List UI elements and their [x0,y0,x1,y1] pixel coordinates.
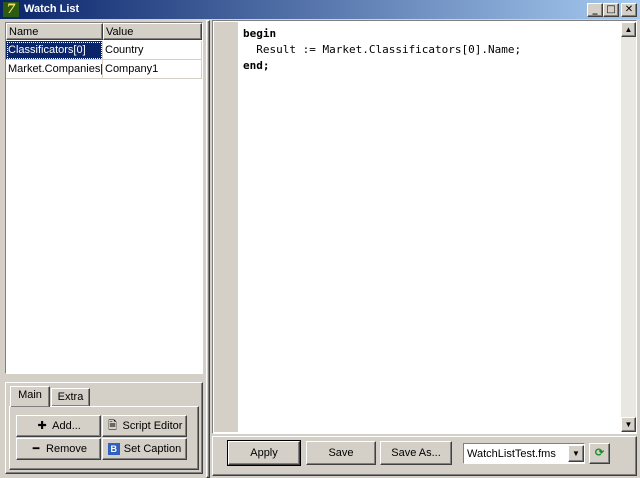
chevron-down-icon[interactable]: ▼ [568,445,584,462]
script-editor-button[interactable]: 🗎 Script Editor [102,415,187,437]
add-button[interactable]: ✚ Add... [16,415,101,437]
tab-extra[interactable]: Extra [51,388,90,407]
editor-gutter [214,22,238,432]
code-line: begin [243,27,277,40]
document-icon: 🗎 [108,420,117,432]
set-caption-button-label: Set Caption [123,443,182,455]
add-button-label: Add... [52,420,81,432]
code-line: Result := Market.Classificators[0].Name; [243,43,522,56]
app-icon: 7 [3,2,19,17]
bold-b-icon: B [107,443,120,455]
remove-button-label: Remove [46,443,87,455]
window-title: Watch List [24,3,80,15]
code-line: end; [243,59,270,72]
splitter[interactable] [206,20,210,478]
set-caption-button[interactable]: B Set Caption [102,438,187,460]
apply-button[interactable]: Apply [227,440,301,466]
minimize-icon[interactable]: _ [587,3,603,17]
save-button[interactable]: Save [306,441,376,465]
refresh-icon[interactable]: ⟳ [589,443,610,464]
column-header-name[interactable]: Name [6,23,103,40]
row-name-cell[interactable]: Classificators[0] [6,41,103,60]
file-select[interactable]: WatchListTest.fms ▼ [463,443,585,464]
code-editor[interactable]: begin Result := Market.Classificators[0]… [212,20,637,434]
watch-list-grid[interactable]: Name Value Classificators[0] Country Mar… [5,22,203,374]
maximize-icon[interactable]: □ [603,3,619,17]
row-value-cell[interactable]: Country [103,41,202,60]
tab-main[interactable]: Main [10,386,50,407]
remove-button[interactable]: ━ Remove [16,438,101,460]
script-editor-button-label: Script Editor [122,420,183,432]
row-value-cell[interactable]: Company1 [103,60,202,79]
scroll-up-icon[interactable]: ▲ [621,22,636,37]
minus-icon: ━ [32,443,40,455]
save-as-button[interactable]: Save As... [380,441,452,465]
row-name-cell[interactable]: Market.Companies[0] [6,60,103,79]
column-header-value[interactable]: Value [103,23,202,40]
file-select-value: WatchListTest.fms [467,448,556,460]
close-icon[interactable]: ✕ [621,3,637,17]
code-lines[interactable]: begin Result := Market.Classificators[0]… [243,26,521,74]
vertical-scrollbar[interactable]: ▲ ▼ [621,22,636,432]
plus-icon: ✚ [37,420,47,432]
title-bar[interactable]: 7 Watch List _ □ ✕ [0,0,640,19]
scroll-down-icon[interactable]: ▼ [621,417,636,432]
